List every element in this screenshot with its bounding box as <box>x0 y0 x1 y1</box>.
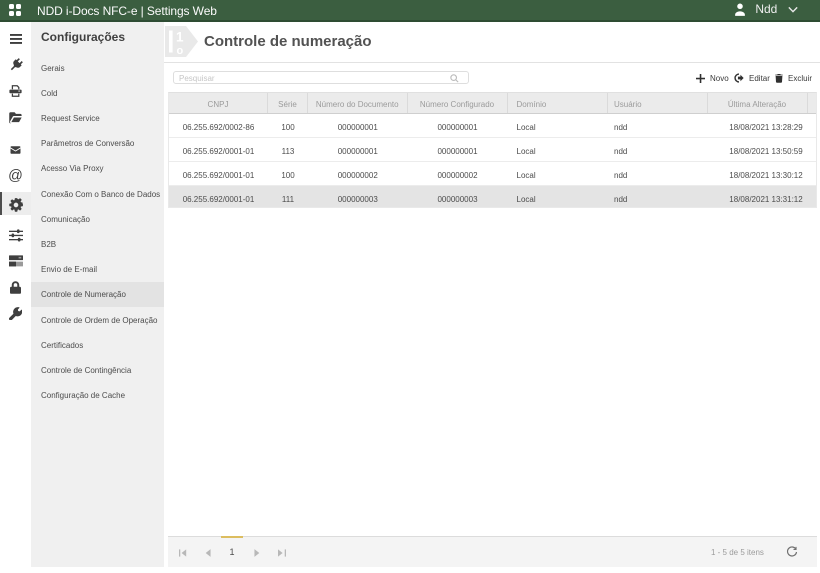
svg-text:o: o <box>177 45 184 57</box>
svg-text:1: 1 <box>176 30 184 45</box>
